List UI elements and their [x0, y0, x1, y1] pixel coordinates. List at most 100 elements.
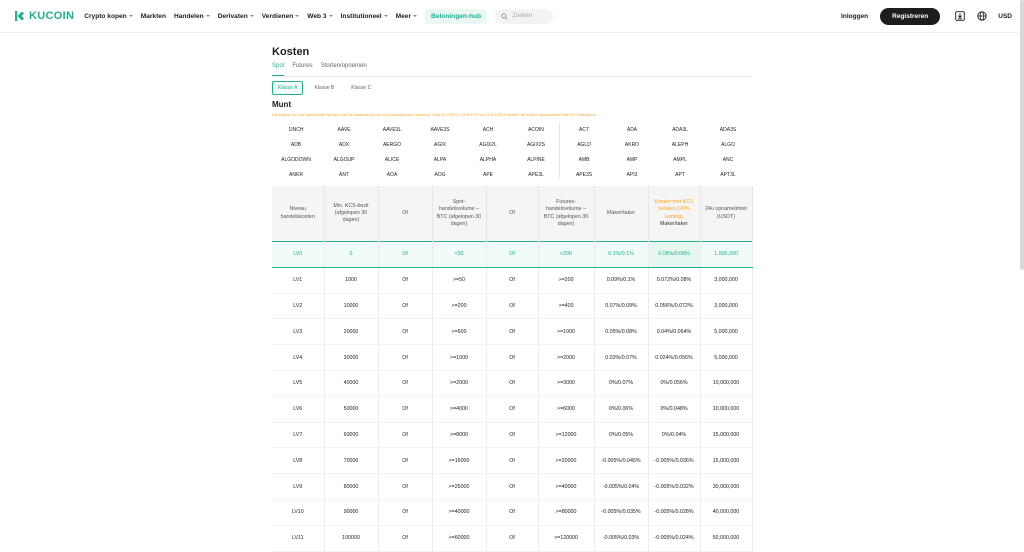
tab-storten-opnemen[interactable]: Storten/opnemen	[321, 63, 367, 76]
coin-item: API3	[626, 172, 638, 178]
login-button[interactable]: Inloggen	[841, 13, 868, 20]
column-header: Kosten met KCS betalen (20% korting) Make…	[648, 186, 701, 242]
table-cell: 0.08%/0.08%	[648, 241, 701, 268]
nav-item-derivaten[interactable]: Derivaten	[218, 13, 254, 20]
table-cell: 0.1%/0.1%	[594, 241, 649, 268]
table-cell: >=200	[538, 267, 595, 294]
table-cell: LV5	[272, 370, 325, 397]
chevron-down-icon	[249, 15, 254, 17]
coin-item: ALICE	[384, 157, 400, 163]
chevron-down-icon	[205, 15, 210, 17]
table-cell: 50000	[324, 396, 379, 423]
coin-item: ANKR	[289, 172, 303, 178]
search-icon	[501, 12, 508, 20]
fee-note: De kosten voor de spothandel worden met …	[272, 112, 597, 117]
table-cell: 15,000,000	[700, 447, 753, 475]
column-header: Niveau handelskosten	[272, 186, 325, 242]
table-cell: >=8000	[432, 422, 487, 449]
download-icon	[955, 11, 966, 21]
coin-grid: 1INCH AAVE AAVE3L AAVE3S ACH ACOIN ACT ADA ADA3L…	[272, 123, 752, 179]
chevron-down-icon	[383, 15, 388, 17]
table-row: LV5 40000 Of >=2000 Of >=3000 0%/0.07% 0%/0.056…	[272, 370, 753, 397]
nav-item-markten[interactable]: Markten	[141, 13, 166, 20]
coin-item: ALGO	[721, 142, 735, 148]
table-cell: -0.005%/0.032%	[648, 473, 701, 500]
table-cell: Of	[486, 422, 539, 449]
coin-item: APT3L	[720, 172, 736, 178]
class-button-klasse-b[interactable]: Klasse B	[308, 81, 340, 95]
coin-item: AMB	[578, 157, 590, 163]
coin-item: ADB	[290, 142, 302, 148]
chevron-down-icon	[128, 15, 133, 17]
table-cell: >=400	[538, 293, 595, 320]
nav-item-crypto-kopen[interactable]: Crypto kopen	[84, 13, 133, 20]
nav-item-meer[interactable]: Meer	[396, 13, 418, 20]
nav-item-web-3[interactable]: Web 3	[307, 13, 333, 20]
nav-item-handelen[interactable]: Handelen	[174, 13, 210, 20]
table-cell: 5,000,000	[700, 318, 753, 346]
table-cell: <200	[538, 241, 595, 268]
table-row: LV4 30000 Of >=1000 Of >=2000 0.03%/0.07% 0.024…	[272, 344, 753, 371]
coin-heading: Munt	[272, 100, 292, 109]
search-input[interactable]: Zoeken	[495, 8, 554, 24]
table-cell: 50,000,000	[700, 525, 753, 552]
class-button-klasse-c[interactable]: Klasse C	[345, 81, 377, 95]
table-cell: Of	[486, 370, 539, 397]
table-cell: 1000	[324, 267, 379, 294]
tab-futures[interactable]: Futures	[292, 63, 312, 76]
table-row: LV0 0 Of <50 Of <200 0.1%/0.1% 0.08%/0.08% 1,000…	[272, 241, 753, 268]
coin-item: AGIX2L	[479, 142, 497, 148]
fee-table: Niveau handelskosten Min. KCS-bezit (afge…	[272, 186, 753, 552]
table-row: LV9 80000 Of >=25000 Of >=40000 -0.005%/0.04% -…	[272, 473, 753, 500]
table-cell: >=3000	[538, 370, 595, 397]
chevron-down-icon	[295, 15, 300, 17]
class-button-klasse-a[interactable]: Klasse A	[272, 81, 304, 95]
table-cell: -0.005%/0.028%	[648, 499, 701, 526]
table-cell: >=40000	[432, 499, 487, 526]
table-cell: Of	[378, 267, 433, 294]
logo-text: KUCOIN	[29, 10, 75, 22]
globe-icon	[977, 11, 987, 21]
table-cell: Of	[486, 344, 539, 371]
nav-item-institutioneel[interactable]: Institutioneel	[341, 13, 388, 20]
column-header: Futures-handelsvolume – BTC (afgelopen 3…	[538, 186, 595, 242]
tab-spot[interactable]: Spot	[272, 63, 285, 76]
table-cell: 0.05%/0.08%	[594, 318, 649, 346]
table-cell: LV8	[272, 447, 325, 475]
table-cell: Of	[378, 473, 433, 500]
table-cell: LV2	[272, 293, 325, 320]
table-cell: >=2000	[432, 370, 487, 397]
table-cell: -0.005%/0.036%	[648, 447, 701, 475]
table-cell: Of	[486, 473, 539, 500]
column-header: Spot-handelsvolume – BTC (afgelopen 30 d…	[432, 186, 487, 242]
coin-item: ANC	[722, 157, 734, 163]
nav-item-label: Markten	[140, 12, 166, 20]
language-button[interactable]	[976, 10, 988, 22]
rewards-hub-button[interactable]: Beloningen-hub	[425, 8, 488, 24]
table-cell: Of	[378, 396, 433, 423]
page-scrollbar[interactable]	[1020, 0, 1024, 270]
table-cell: 10000	[324, 293, 379, 320]
table-row: LV2 10000 Of >=200 Of >=400 0.07%/0.09% 0.056%/…	[272, 293, 753, 320]
table-cell: >=200	[432, 293, 487, 320]
table-cell: 0.056%/0.072%	[648, 293, 701, 320]
fee-tabs: Spot Futures Storten/opnemen	[272, 63, 752, 77]
register-button[interactable]: Registreren	[880, 7, 941, 25]
table-cell: Of	[486, 293, 539, 320]
table-cell: -0.005%/0.024%	[648, 525, 701, 552]
kucoin-logo[interactable]: KUCOIN	[14, 10, 74, 22]
table-cell: Of	[486, 525, 539, 552]
table-cell: -0.005%/0.04%	[594, 473, 649, 500]
nav-item-verdienen[interactable]: Verdienen	[262, 13, 300, 20]
table-cell: 40000	[324, 370, 379, 397]
table-cell: 3,000,000	[700, 293, 753, 320]
table-cell: Of	[486, 267, 539, 294]
main-nav: Crypto kopen Markten Handelen Derivaten Verd…	[84, 13, 425, 20]
table-cell: 0.03%/0.07%	[594, 344, 649, 371]
table-cell: 40,000,000	[700, 499, 753, 526]
coin-item: AAVE	[337, 127, 351, 133]
coin-item: ANT	[339, 172, 349, 178]
download-button[interactable]	[954, 10, 966, 22]
table-cell: Of	[378, 293, 433, 320]
currency-selector[interactable]: USD	[998, 13, 1012, 20]
